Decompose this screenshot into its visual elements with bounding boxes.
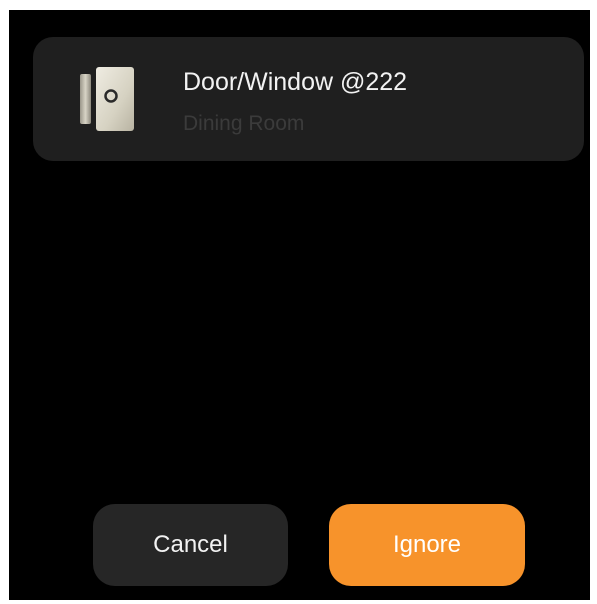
dialog-screen: Door/Window @222 Dining Room Cancel Igno… [9, 10, 590, 600]
door-window-sensor-icon [80, 67, 134, 131]
device-card[interactable]: Door/Window @222 Dining Room [33, 37, 584, 161]
ignore-button[interactable]: Ignore [329, 504, 525, 586]
device-name: Door/Window @222 [183, 68, 408, 96]
device-room: Dining Room [183, 112, 305, 135]
cancel-button[interactable]: Cancel [93, 504, 288, 586]
